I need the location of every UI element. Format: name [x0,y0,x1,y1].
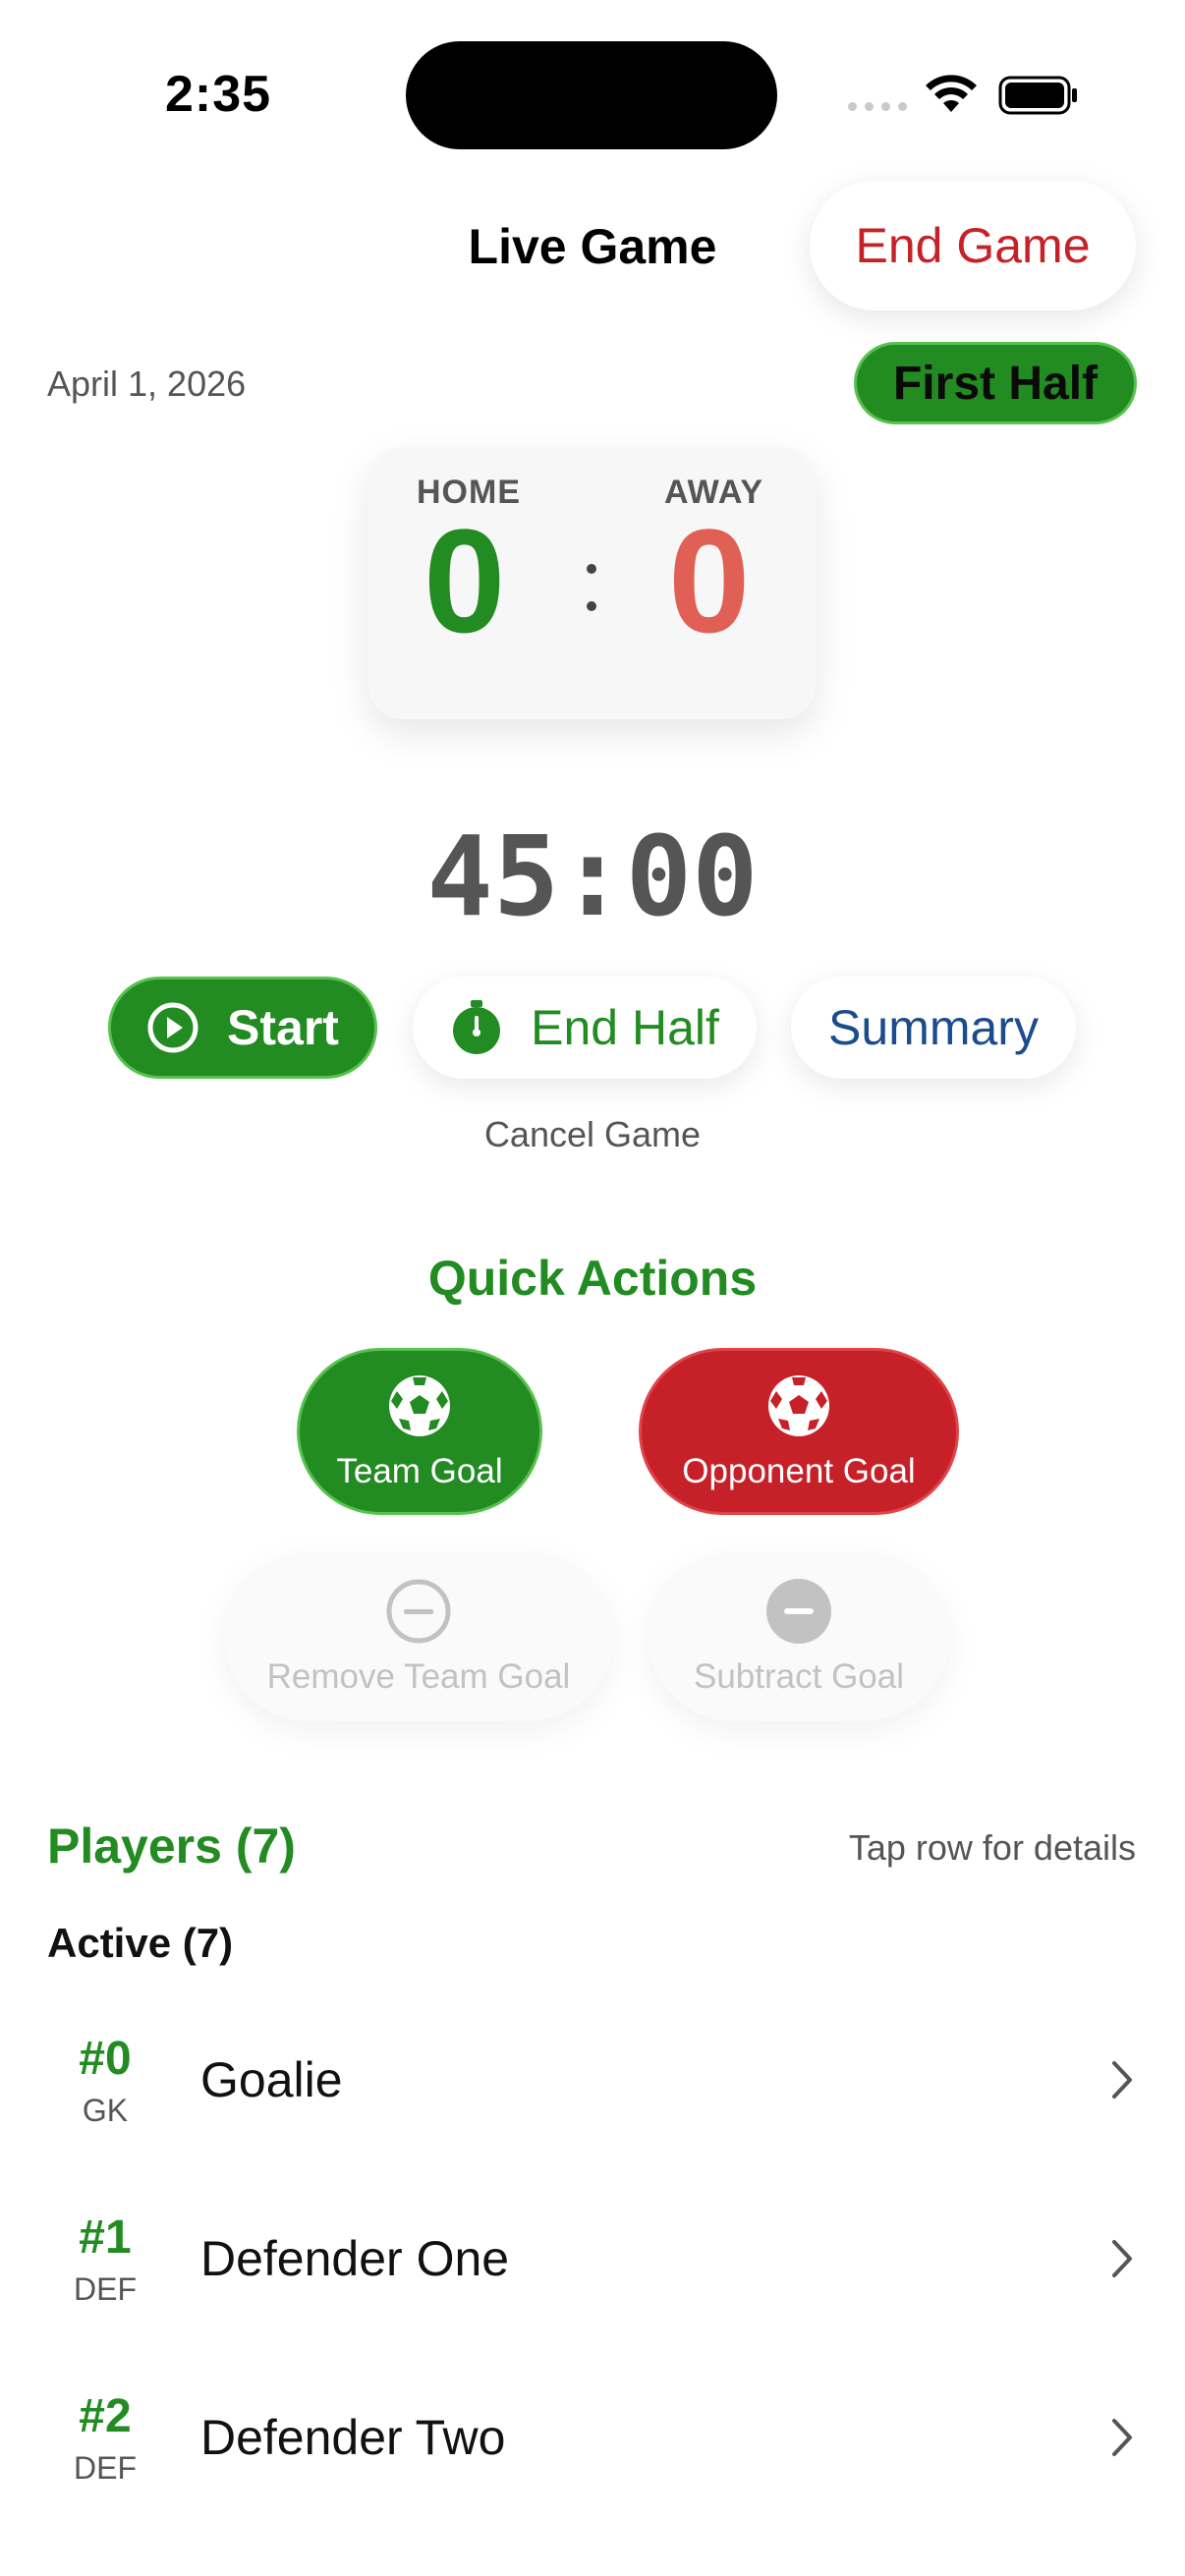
score-separator [587,564,598,639]
player-position: DEF [74,2271,137,2307]
away-score: 0 [668,498,751,663]
player-row[interactable]: #1 DEF Defender One [0,2191,1185,2368]
chevron-right-icon [1112,2240,1132,2277]
end-half-button[interactable]: End Half [413,977,757,1079]
start-button[interactable]: Start [108,977,377,1079]
wifi-icon [926,75,977,112]
soccer-ball-icon [389,1375,450,1436]
player-number: #1 [79,2212,132,2264]
soccer-ball-icon [768,1375,829,1436]
minus-circle-fill-icon [766,1579,831,1644]
play-circle-icon [147,1002,198,1053]
cancel-game-button[interactable]: Cancel Game [0,1114,1185,1155]
subtract-goal-label: Subtract Goal [694,1657,904,1696]
player-name: Defender One [200,2231,510,2286]
status-time: 2:35 [165,66,272,123]
player-position: GK [82,2093,129,2128]
game-clock: 45:00 [426,813,759,941]
subtract-goal-button[interactable]: Subtract Goal [649,1552,949,1721]
player-number: #2 [79,2390,132,2442]
end-half-label: End Half [531,1000,719,1055]
status-bar: 2:35 [0,0,1185,187]
player-row[interactable]: #0 GK Goalie [0,2012,1185,2189]
team-goal-label: Team Goal [336,1452,503,1490]
player-row[interactable]: #2 DEF Defender Two [0,2370,1185,2547]
cellular-signal-icon [848,102,907,111]
battery-icon [998,76,1077,115]
start-label: Start [227,1000,339,1055]
player-name: Defender Two [200,2410,506,2465]
minus-circle-icon [386,1579,451,1644]
opponent-goal-button[interactable]: Opponent Goal [639,1348,959,1515]
dynamic-island [406,41,777,149]
remove-team-goal-label: Remove Team Goal [266,1657,571,1696]
players-title: Players (7) [47,1819,296,1874]
summary-button[interactable]: Summary [791,977,1076,1079]
scoreboard: HOME AWAY 0 0 [368,448,816,719]
game-date: April 1, 2026 [47,364,247,404]
team-goal-button[interactable]: Team Goal [297,1348,542,1515]
player-number: #0 [79,2033,132,2085]
stopwatch-icon [453,1000,501,1054]
chevron-right-icon [1112,2061,1132,2099]
tap-hint: Tap row for details [848,1827,1136,1868]
player-name: Goalie [200,2052,343,2107]
chevron-right-icon [1112,2419,1132,2456]
player-position: DEF [74,2450,137,2486]
home-score: 0 [423,498,506,663]
remove-team-goal-button[interactable]: Remove Team Goal [224,1552,613,1721]
period-badge: First Half [854,342,1137,424]
opponent-goal-label: Opponent Goal [682,1452,916,1490]
active-section-title: Active (7) [47,1920,234,1966]
quick-actions-title: Quick Actions [427,1251,758,1306]
end-game-button[interactable]: End Game [810,181,1136,310]
